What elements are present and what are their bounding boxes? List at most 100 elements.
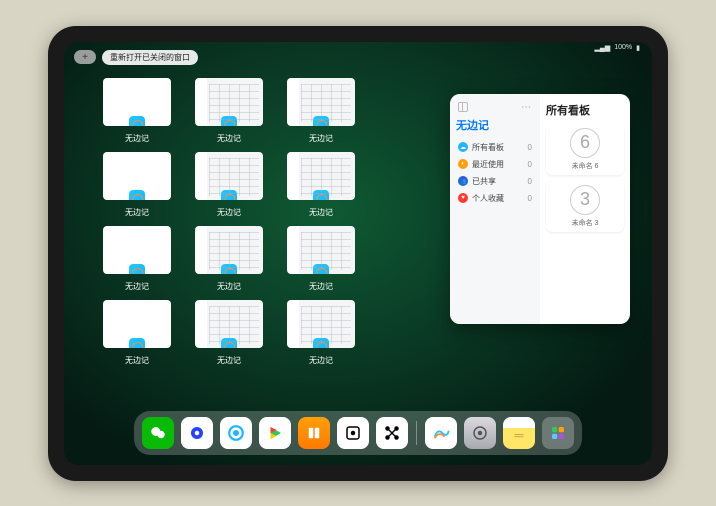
sidebar-item[interactable]: ♥ 个人收藏 0 (456, 190, 534, 207)
signal-icon: ▂▄▆ (595, 44, 611, 52)
app-label: 无边记 (125, 355, 149, 366)
dice-icon[interactable] (337, 417, 369, 449)
settings-icon[interactable] (464, 417, 496, 449)
app-window[interactable]: 无边记 (102, 78, 172, 144)
sidebar-item[interactable]: ☁ 所有看板 0 (456, 139, 534, 156)
sidebar-toggle-icon[interactable] (458, 102, 468, 112)
panel-title: 无边记 (456, 117, 534, 133)
window-thumbnail (195, 300, 263, 348)
window-thumbnail (103, 78, 171, 126)
category-count: 0 (528, 194, 532, 203)
notes-icon[interactable] (503, 417, 535, 449)
board-caption: 未命名 6 (572, 161, 599, 171)
app-badge-icon (221, 338, 237, 348)
app-label: 无边记 (309, 355, 333, 366)
app-badge-icon (129, 116, 145, 126)
screen: ▂▄▆ 100% ▮ + 重新打开已关闭的窗口 无边记无边记无边记无边记无边记无… (64, 42, 652, 465)
app-badge-icon (129, 264, 145, 274)
app-window[interactable]: 无边记 (194, 300, 264, 366)
category-icon: ♥ (458, 193, 468, 203)
app-label: 无边记 (217, 355, 241, 366)
app-label: 无边记 (309, 207, 333, 218)
app-window[interactable]: 无边记 (102, 300, 172, 366)
app-badge-icon (313, 338, 329, 348)
app-label: 无边记 (125, 207, 149, 218)
window-thumbnail (287, 226, 355, 274)
window-thumbnail (195, 78, 263, 126)
books-icon[interactable] (298, 417, 330, 449)
battery-text: 100% (614, 44, 632, 51)
board-item[interactable]: 3 未命名 3 (546, 181, 624, 232)
qqbrowser-icon[interactable] (220, 417, 252, 449)
window-thumbnail (103, 300, 171, 348)
category-label: 所有看板 (472, 142, 504, 153)
app-badge-icon (129, 338, 145, 348)
dock (134, 411, 582, 455)
app-badge-icon (129, 190, 145, 200)
app-badge-icon (313, 116, 329, 126)
board-item[interactable]: 6 未命名 6 (546, 124, 624, 175)
freeform-icon[interactable] (425, 417, 457, 449)
applibrary-icon[interactable] (542, 417, 574, 449)
window-thumbnail (287, 78, 355, 126)
connect-icon[interactable] (376, 417, 408, 449)
window-thumbnail (287, 300, 355, 348)
app-badge-icon (221, 264, 237, 274)
window-thumbnail (287, 152, 355, 200)
category-label: 个人收藏 (472, 193, 504, 204)
reopen-closed-window-button[interactable]: 重新打开已关闭的窗口 (102, 50, 198, 65)
app-window[interactable]: 无边记 (194, 226, 264, 292)
category-count: 0 (528, 160, 532, 169)
category-icon: ◐ (458, 159, 468, 169)
app-label: 无边记 (217, 207, 241, 218)
quark-icon[interactable] (181, 417, 213, 449)
wechat-icon[interactable] (142, 417, 174, 449)
panel-content: 所有看板 6 未命名 6 3 未命名 3 (540, 94, 630, 324)
panel-sidebar: ⋯ 无边记 ☁ 所有看板 0 ◐ 最近使用 0 👥 已共享 0 ♥ 个人收藏 0 (450, 94, 540, 324)
play-icon[interactable] (259, 417, 291, 449)
window-thumbnail (103, 152, 171, 200)
sidebar-item[interactable]: 👥 已共享 0 (456, 173, 534, 190)
app-window[interactable]: 无边记 (286, 78, 356, 144)
category-label: 最近使用 (472, 159, 504, 170)
panel-more-icon[interactable]: ⋯ (521, 102, 532, 113)
app-window[interactable]: 无边记 (286, 300, 356, 366)
battery-icon: ▮ (636, 44, 640, 52)
window-thumbnail (195, 226, 263, 274)
app-badge-icon (221, 116, 237, 126)
app-label: 无边记 (309, 133, 333, 144)
sidebar-item[interactable]: ◐ 最近使用 0 (456, 156, 534, 173)
dock-separator (416, 421, 417, 445)
app-label: 无边记 (217, 133, 241, 144)
app-label: 无边记 (217, 281, 241, 292)
category-count: 0 (528, 143, 532, 152)
app-label: 无边记 (125, 281, 149, 292)
ipad-frame: ▂▄▆ 100% ▮ + 重新打开已关闭的窗口 无边记无边记无边记无边记无边记无… (48, 26, 668, 481)
app-window[interactable]: 无边记 (286, 152, 356, 218)
app-window[interactable]: 无边记 (194, 78, 264, 144)
window-toolbar: + 重新打开已关闭的窗口 (74, 50, 198, 65)
app-window[interactable]: 无边记 (102, 152, 172, 218)
category-label: 已共享 (472, 176, 496, 187)
app-window[interactable]: 无边记 (102, 226, 172, 292)
window-thumbnail (103, 226, 171, 274)
board-caption: 未命名 3 (572, 218, 599, 228)
new-window-button[interactable]: + (74, 50, 96, 64)
app-window[interactable]: 无边记 (194, 152, 264, 218)
app-window[interactable]: 无边记 (286, 226, 356, 292)
app-label: 无边记 (125, 133, 149, 144)
panel-right-title: 所有看板 (546, 102, 624, 118)
app-badge-icon (313, 190, 329, 200)
app-badge-icon (313, 264, 329, 274)
window-thumbnail (195, 152, 263, 200)
status-bar: ▂▄▆ 100% ▮ (595, 44, 641, 52)
app-badge-icon (221, 190, 237, 200)
category-count: 0 (528, 177, 532, 186)
category-icon: ☁ (458, 142, 468, 152)
freeform-panel[interactable]: ⋯ 无边记 ☁ 所有看板 0 ◐ 最近使用 0 👥 已共享 0 ♥ 个人收藏 0 所有看板 6 未命名 … (450, 94, 630, 324)
app-switcher-grid: 无边记无边记无边记无边记无边记无边记无边记无边记无边记无边记无边记无边记 (102, 78, 448, 366)
category-icon: 👥 (458, 176, 468, 186)
board-thumbnail: 3 (570, 185, 600, 215)
board-thumbnail: 6 (570, 128, 600, 158)
app-label: 无边记 (309, 281, 333, 292)
